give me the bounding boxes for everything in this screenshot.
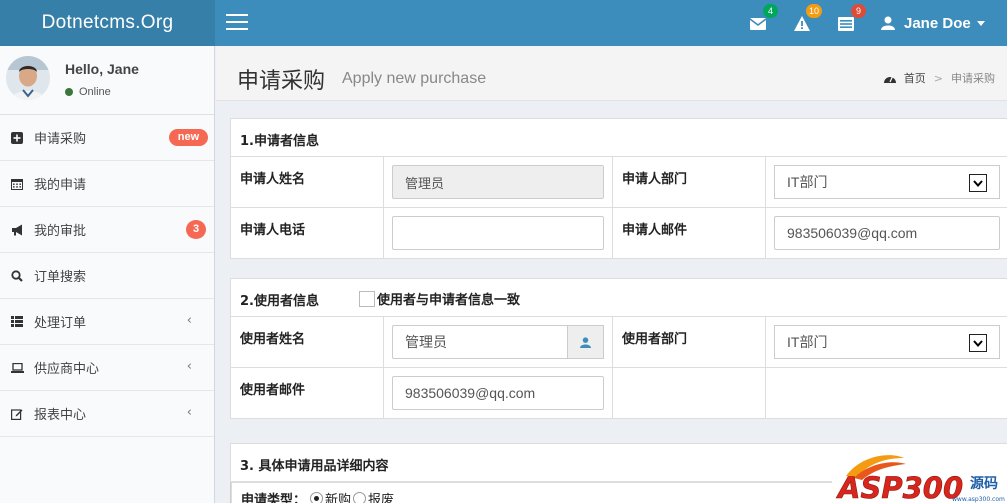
search-icon [10, 269, 24, 283]
user-status: Online [65, 86, 111, 98]
type-new-radio[interactable] [310, 492, 324, 503]
tasks-badge: 9 [851, 4, 866, 18]
applicant-dept-label: 申请人部门 [612, 156, 766, 208]
type-scrap-radio[interactable] [353, 492, 367, 503]
applicant-info-table: 1.申请者信息 申请人姓名 管理员 申请人部门 IT部门 申请人电话 申请人邮件… [230, 118, 1007, 259]
sidebar-item-apply-purchase[interactable]: 申请采购 new [0, 115, 214, 161]
bullhorn-icon [10, 223, 24, 237]
user-email-label: 使用者邮件 [230, 367, 384, 419]
user-menu-name: Jane Doe [904, 14, 971, 32]
user-dept-value: IT部门 [787, 334, 828, 350]
angle-left-icon: ‹ [186, 405, 192, 420]
user-name-label: 使用者姓名 [230, 316, 384, 368]
tasks-icon [838, 17, 854, 31]
sidebar-item-label: 报表中心 [34, 408, 87, 423]
applicant-dept-select[interactable]: IT部门 [774, 165, 1000, 199]
messages-button[interactable]: 4 [749, 4, 778, 33]
applicant-dept-value: IT部门 [787, 174, 828, 190]
applicant-phone-label: 申请人电话 [230, 207, 384, 259]
page-title: 申请采购 [237, 69, 326, 94]
sidebar-item-my-approvals[interactable]: 我的审批 3 [0, 207, 214, 253]
applicant-name-field: 管理员 [392, 165, 604, 199]
angle-left-icon: ‹ [186, 313, 192, 328]
user-status-text: Online [79, 86, 111, 98]
sidebar-item-label: 我的审批 [34, 224, 87, 239]
sidebar-item-label: 订单搜索 [34, 270, 87, 285]
page-subtitle: Apply new purchase [342, 70, 487, 87]
user-section-title: 2.使用者信息 [240, 294, 319, 309]
angle-left-icon: ‹ [186, 359, 192, 374]
avatar [6, 56, 50, 100]
sidebar-item-label: 申请采购 [34, 132, 87, 147]
sidebar-item-label: 我的申请 [34, 178, 87, 193]
user-dept-label: 使用者部门 [612, 316, 766, 368]
chevron-down-icon [969, 174, 987, 192]
user-panel: Hello, Jane Online [0, 46, 214, 115]
sidebar-item-my-applications[interactable]: 我的申请 [0, 161, 214, 207]
warning-icon [794, 16, 810, 31]
type-new-label: 新购 [325, 493, 352, 503]
online-status-icon [65, 88, 73, 96]
breadcrumb-current: 申请采购 [951, 72, 995, 85]
applicant-email-input[interactable]: 983506039@qq.com [774, 216, 1000, 250]
main-content: 1.申请者信息 申请人姓名 管理员 申请人部门 IT部门 申请人电话 申请人邮件… [216, 101, 1007, 503]
sidebar-item-process-orders[interactable]: 处理订单 ‹ [0, 299, 214, 345]
user-name-input[interactable]: 管理员 [392, 325, 604, 359]
sidebar-toggle-button[interactable] [226, 14, 248, 30]
user-icon [580, 336, 591, 348]
user-greeting: Hello, Jane [65, 61, 139, 77]
watermark-domain: www.asp300.com [952, 496, 1005, 503]
user-dept-select[interactable]: IT部门 [774, 325, 1000, 359]
sidebar-item-report-center[interactable]: 报表中心 ‹ [0, 391, 214, 437]
edit-icon [10, 407, 24, 421]
applicant-section-title: 1.申请者信息 [230, 118, 1007, 157]
calendar-icon [10, 177, 24, 191]
new-badge: new [169, 129, 208, 146]
user-info-table: 2.使用者信息 使用者与申请者信息一致 使用者姓名 管理员 使用者部门 IT部门… [230, 278, 1007, 419]
same-as-applicant-checkbox[interactable] [359, 290, 375, 307]
user-icon [881, 16, 895, 30]
select-user-button[interactable] [567, 325, 604, 359]
list-icon [10, 315, 24, 329]
user-section-header: 2.使用者信息 使用者与申请者信息一致 [230, 278, 1007, 317]
sidebar-item-label: 供应商中心 [34, 362, 100, 377]
type-scrap-label: 报废 [368, 493, 395, 503]
chevron-down-icon [969, 334, 987, 352]
content-header: 申请采购 Apply new purchase 首页 > 申请采购 [216, 46, 1007, 101]
empty-cell [765, 367, 1007, 419]
purchase-type-label: 申请类型： [241, 493, 307, 503]
envelope-icon [749, 18, 767, 30]
sidebar-item-order-search[interactable]: 订单搜索 [0, 253, 214, 299]
notifications-badge: 10 [805, 4, 822, 18]
watermark-text2: 源码 [970, 475, 998, 492]
same-as-applicant-label: 使用者与申请者信息一致 [377, 293, 521, 308]
watermark-logo: ASP300 源码 www.asp300.com [832, 448, 1007, 503]
breadcrumb: 首页 > 申请采购 [883, 70, 995, 86]
messages-badge: 4 [763, 4, 778, 18]
caret-down-icon [976, 20, 985, 26]
empty-cell [612, 367, 766, 419]
plus-square-icon [10, 131, 24, 145]
applicant-email-label: 申请人邮件 [612, 207, 766, 259]
sidebar-item-supplier-center[interactable]: 供应商中心 ‹ [0, 345, 214, 391]
user-email-input[interactable]: 983506039@qq.com [392, 376, 604, 410]
sidebar-item-label: 处理订单 [34, 316, 87, 331]
approvals-count-badge: 3 [186, 220, 206, 239]
dashboard-icon [883, 76, 896, 83]
breadcrumb-home-link[interactable]: 首页 [904, 70, 926, 86]
tasks-button[interactable]: 9 [838, 4, 866, 33]
breadcrumb-separator: > [933, 71, 943, 85]
laptop-icon [10, 361, 24, 375]
top-navbar: Dotnetcms.Org 4 10 9 Jane Doe [0, 0, 1007, 46]
notifications-button[interactable]: 10 [794, 4, 822, 33]
app-logo[interactable]: Dotnetcms.Org [0, 0, 215, 46]
user-menu-dropdown[interactable]: Jane Doe [881, 12, 985, 34]
watermark-text: ASP300 [836, 471, 963, 503]
sidebar: Hello, Jane Online 申请采购 new 我的申请 我的审批 3 … [0, 46, 215, 503]
applicant-phone-input[interactable] [392, 216, 604, 250]
applicant-name-label: 申请人姓名 [230, 156, 384, 208]
